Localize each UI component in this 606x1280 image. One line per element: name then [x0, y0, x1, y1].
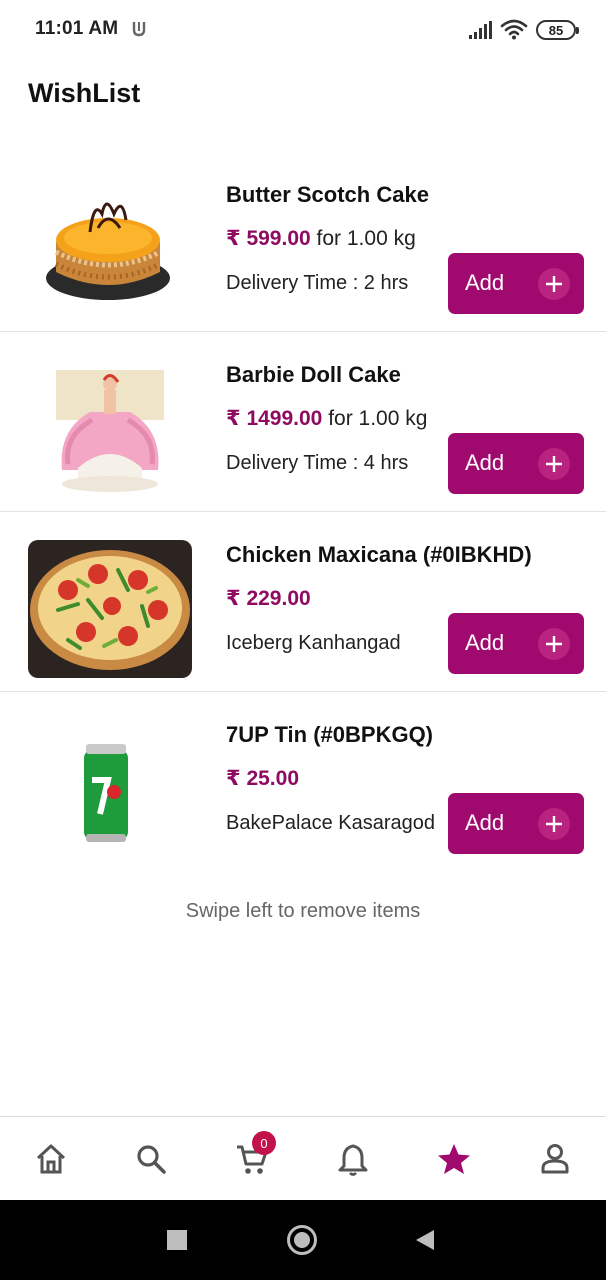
status-time: 11:01 AM [35, 18, 119, 39]
back-icon[interactable] [414, 1228, 436, 1252]
bell-icon [338, 1144, 368, 1176]
nav-cart[interactable]: 0 [232, 1131, 276, 1179]
add-to-cart-button[interactable]: Add [448, 613, 584, 674]
home-icon [36, 1144, 66, 1174]
7up-can-image [28, 720, 192, 858]
price-line: ₹ 1499.00 for 1.00 kg [226, 406, 427, 431]
price-line: ₹ 25.00 [226, 766, 299, 791]
nav-home[interactable] [31, 1139, 71, 1179]
star-icon [438, 1144, 470, 1174]
wish-item-butter-scotch-cake[interactable]: Butter Scotch Cake ₹ 599.00 for 1.00 kg … [0, 152, 606, 332]
pizza-image [28, 540, 192, 678]
add-button-label: Add [465, 270, 505, 295]
item-price: ₹ 229.00 [226, 587, 311, 610]
signal-icon [469, 21, 492, 39]
item-unit: for 1.00 kg [328, 407, 428, 430]
battery-icon: 85 [536, 20, 579, 40]
notification-app-icon [132, 22, 146, 37]
add-button-label: Add [465, 450, 505, 475]
butterscotch-cake-image [28, 180, 192, 318]
item-name: Chicken Maxicana (#0IBKHD) [226, 542, 532, 567]
delivery-time: Delivery Time : 2 hrs [226, 272, 409, 294]
price-line: ₹ 599.00 for 1.00 kg [226, 226, 416, 251]
wish-list: Butter Scotch Cake ₹ 599.00 for 1.00 kg … [0, 152, 606, 872]
profile-icon [541, 1144, 569, 1174]
item-unit: for 1.00 kg [316, 227, 416, 250]
nav-search[interactable] [131, 1139, 171, 1179]
nav-profile[interactable] [535, 1139, 575, 1179]
wish-item-barbie-doll-cake[interactable]: Barbie Doll Cake ₹ 1499.00 for 1.00 kg D… [0, 332, 606, 512]
system-nav-bar [0, 1200, 606, 1280]
item-price: ₹ 1499.00 [226, 407, 323, 430]
store-name: BakePalace Kasaragod [226, 812, 436, 834]
store-name: Iceberg Kanhangad [226, 632, 401, 654]
nav-wishlist[interactable] [434, 1139, 474, 1179]
add-button-label: Add [465, 630, 505, 655]
barbie-doll-cake-image [28, 360, 192, 498]
plus-icon [538, 628, 570, 660]
item-price: ₹ 25.00 [226, 767, 299, 790]
bottom-nav: 0 [0, 1116, 606, 1200]
add-to-cart-button[interactable]: Add [448, 793, 584, 854]
add-to-cart-button[interactable]: Add [448, 253, 584, 314]
add-button-label: Add [465, 810, 505, 835]
plus-icon [538, 808, 570, 840]
status-bar: 11:01 AM 85 [0, 0, 606, 60]
item-name: Barbie Doll Cake [226, 362, 401, 387]
item-name: Butter Scotch Cake [226, 182, 429, 207]
wish-item-7up-tin[interactable]: 7UP Tin (#0BPKGQ) ₹ 25.00 BakePalace Kas… [0, 692, 606, 872]
recent-apps-icon[interactable] [167, 1230, 187, 1250]
wish-item-chicken-maxicana[interactable]: Chicken Maxicana (#0IBKHD) ₹ 229.00 Iceb… [0, 512, 606, 692]
battery-level: 85 [548, 22, 564, 38]
delivery-time: Delivery Time : 4 hrs [226, 452, 409, 474]
item-name: 7UP Tin (#0BPKGQ) [226, 722, 434, 747]
page-title: WishList [28, 78, 141, 108]
plus-icon [538, 268, 570, 300]
nav-notifications[interactable] [333, 1139, 373, 1179]
plus-icon [538, 448, 570, 480]
cart-count-badge: 0 [252, 1131, 276, 1155]
home-button-icon[interactable] [287, 1225, 317, 1255]
add-to-cart-button[interactable]: Add [448, 433, 584, 494]
search-icon [137, 1145, 166, 1174]
price-line: ₹ 229.00 [226, 586, 311, 611]
swipe-hint: Swipe left to remove items [185, 900, 421, 922]
item-price: ₹ 599.00 [226, 227, 311, 250]
wifi-icon [500, 19, 528, 40]
